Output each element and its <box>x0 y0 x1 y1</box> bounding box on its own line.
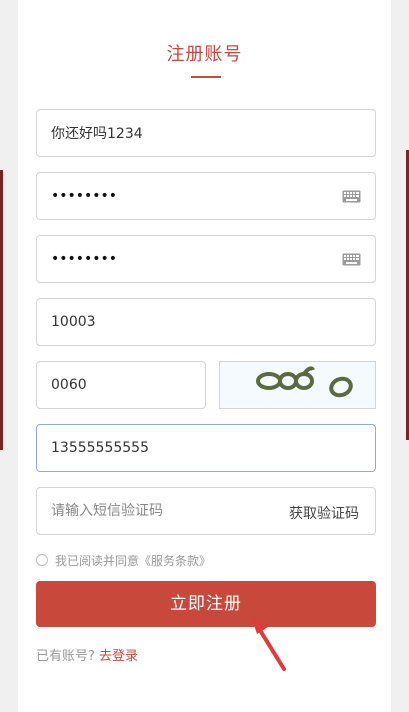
agreement-text[interactable]: 我已阅读并同意《服务条款》 <box>55 552 211 569</box>
title-underline <box>191 76 221 78</box>
login-prompt: 已有账号? <box>36 649 95 664</box>
annotation-arrow-icon <box>252 619 286 671</box>
sms-code-field[interactable]: 获取验证码 <box>36 487 376 535</box>
register-button[interactable]: 立即注册 <box>36 581 376 627</box>
password-field[interactable]: •••••••• <box>36 172 376 220</box>
background-edge-left <box>0 170 3 450</box>
keyboard-icon[interactable] <box>342 253 361 266</box>
confirm-password-field[interactable]: •••••••• <box>36 235 376 283</box>
captcha-glyphs <box>256 366 353 398</box>
agreement-row[interactable]: 我已阅读并同意《服务条款》 <box>36 551 211 569</box>
captcha-field[interactable] <box>36 361 206 409</box>
agreement-radio[interactable] <box>36 554 48 566</box>
login-row: 已有账号? 去登录 <box>36 645 138 664</box>
captcha-input[interactable] <box>37 362 205 408</box>
confirm-password-masked-value: •••••••• <box>51 251 118 267</box>
captcha-image[interactable] <box>219 361 376 409</box>
code-input[interactable] <box>37 299 375 345</box>
login-link[interactable]: 去登录 <box>99 649 138 664</box>
phone-field[interactable] <box>36 424 376 472</box>
username-input[interactable] <box>37 110 375 156</box>
code-field[interactable] <box>36 298 376 346</box>
phone-input[interactable] <box>37 425 375 471</box>
username-field[interactable] <box>36 109 376 157</box>
page-title: 注册账号 <box>166 44 243 65</box>
keyboard-icon[interactable] <box>342 190 361 203</box>
password-masked-value: •••••••• <box>51 188 118 204</box>
get-sms-code-button[interactable]: 获取验证码 <box>289 503 359 523</box>
